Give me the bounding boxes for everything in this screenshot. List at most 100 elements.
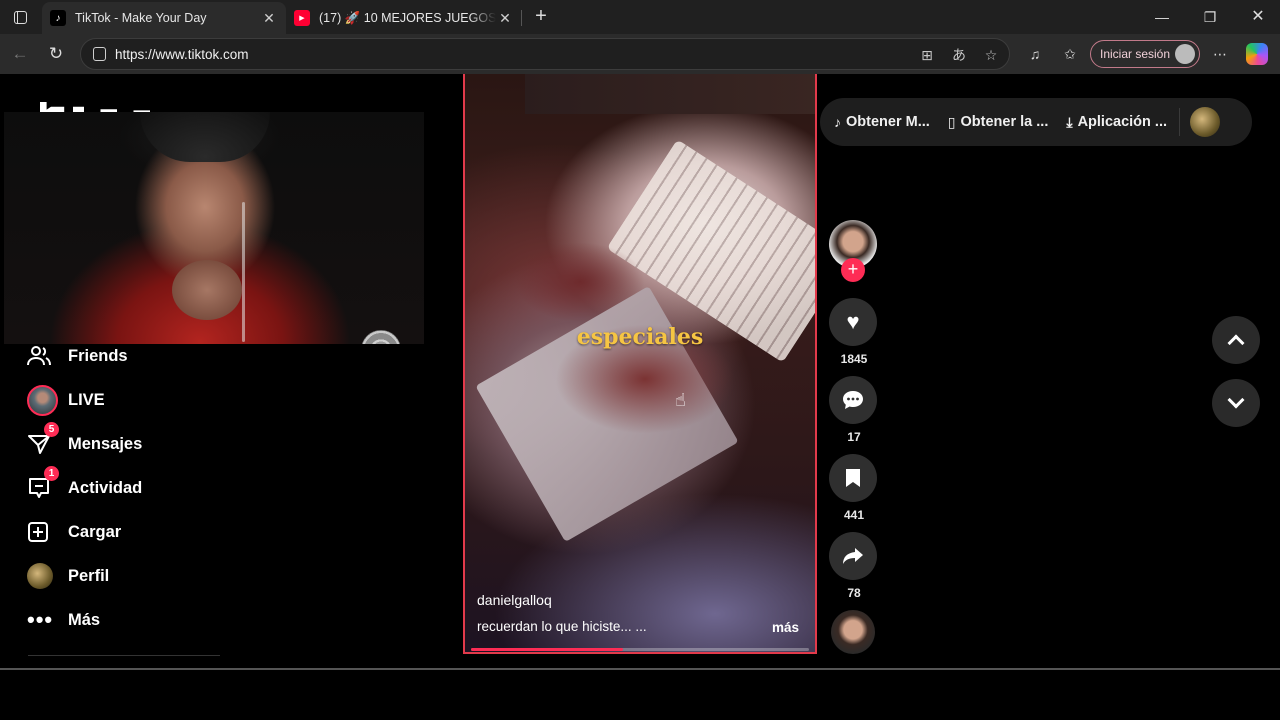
share-icon: [843, 548, 863, 564]
download-icon: ⤓: [1066, 113, 1073, 130]
messages-icon: 5: [24, 422, 64, 460]
toolbar: ← ↻ https://www.tiktok.com ⊞ あ ☆ ♫ ✩ Ini…: [0, 34, 1280, 74]
sidebar-item-label: Perfil: [68, 566, 110, 585]
cast-icon[interactable]: [361, 330, 401, 344]
reload-button[interactable]: ↻: [44, 42, 68, 66]
sidebar-nav: Friends LIVE 5 Mensajes 1 Actividad Carg…: [24, 334, 234, 642]
tab-divider: [521, 10, 522, 26]
action-bar: + ♥ 1845 17 441 78: [829, 220, 879, 654]
share-count: 78: [847, 586, 861, 600]
music-disc-avatar[interactable]: [831, 610, 875, 654]
youtube-icon: ▶: [294, 10, 310, 26]
video-caption: especiales: [576, 324, 704, 350]
sidebar-item-live[interactable]: LIVE: [24, 378, 234, 422]
address-bar[interactable]: https://www.tiktok.com ⊞ あ ☆: [80, 38, 1010, 70]
tab-actions-icon: [13, 10, 27, 24]
comment-icon: [843, 391, 863, 409]
tab-actions-button[interactable]: [8, 6, 32, 28]
webcam-hand: [172, 260, 242, 320]
heart-icon: ♥: [846, 309, 860, 334]
favorite-star-icon[interactable]: ☆: [981, 45, 1001, 65]
video-description: recuerdan lo que hiciste... ...: [477, 619, 647, 634]
favorites-icon[interactable]: ✩: [1059, 43, 1081, 65]
activity-icon: 1: [24, 466, 64, 504]
chevron-down-icon: [1227, 391, 1245, 409]
minimize-button[interactable]: —: [1142, 4, 1182, 30]
comment-button[interactable]: [829, 376, 877, 424]
sidebar-item-mensajes[interactable]: 5 Mensajes: [24, 422, 234, 466]
more-icon: •••: [27, 607, 54, 632]
signin-label: Iniciar sesión: [1100, 47, 1171, 61]
hand-cursor-icon: ☝: [675, 390, 686, 410]
back-button[interactable]: ←: [8, 42, 32, 66]
page-viewport: Friends LIVE 5 Mensajes 1 Actividad Carg…: [4, 74, 1276, 668]
close-tab-icon[interactable]: ✕: [260, 10, 278, 27]
profile-avatar: [1175, 44, 1195, 64]
translate-icon[interactable]: あ: [949, 45, 969, 65]
desktop-app-button[interactable]: ⤓ Aplicación ...: [1066, 114, 1167, 131]
sidebar-item-label: Mensajes: [68, 434, 143, 453]
video-author[interactable]: danielgalloq: [477, 592, 552, 608]
chevron-up-icon: [1227, 334, 1245, 352]
phone-icon: ▯: [947, 113, 956, 130]
profile-avatar: [24, 560, 64, 592]
tiktok-icon: ♪: [50, 10, 66, 26]
window-bottom-edge: [0, 668, 1280, 720]
pill-label: Aplicación ...: [1077, 114, 1167, 130]
follow-button[interactable]: +: [841, 258, 865, 282]
tab-bar: ♪ TikTok - Make Your Day ✕ ▶ (17) 🚀 10 M…: [0, 0, 1280, 34]
tab-title: TikTok - Make Your Day: [75, 11, 207, 25]
bookmark-icon: [846, 469, 860, 487]
tab-tiktok[interactable]: ♪ TikTok - Make Your Day ✕: [42, 2, 286, 34]
tab-title: (17) 🚀 10 MEJORES JUEGOS GRATIS: [319, 10, 496, 25]
pill-divider: [1179, 108, 1180, 136]
app-available-icon[interactable]: ⊞: [917, 45, 937, 65]
like-button[interactable]: ♥: [829, 298, 877, 346]
creator-avatar[interactable]: +: [829, 220, 877, 282]
close-tab-icon[interactable]: ✕: [496, 10, 514, 27]
more-button[interactable]: más: [772, 620, 799, 635]
sidebar-item-mas[interactable]: ••• Más: [24, 598, 234, 642]
video-progress-bar[interactable]: [471, 648, 809, 651]
sidebar-item-label: Friends: [68, 346, 128, 365]
friends-icon: [24, 340, 64, 372]
sidebar-item-label: Actividad: [68, 478, 143, 497]
webcam-overlay: [4, 112, 424, 344]
video-player[interactable]: especiales ☝ danielgalloq recuerdan lo q…: [463, 74, 817, 654]
video-progress-fill: [471, 648, 624, 651]
sidebar-item-friends[interactable]: Friends: [24, 334, 234, 378]
previous-video-button[interactable]: [1212, 316, 1260, 364]
tiktok-icon: ♪: [834, 114, 841, 130]
new-tab-button[interactable]: +: [530, 4, 552, 28]
save-count: 441: [843, 508, 865, 522]
profile-avatar[interactable]: [1190, 107, 1220, 137]
get-coins-button[interactable]: ♪ Obtener M...: [834, 114, 930, 130]
settings-more-icon[interactable]: ⋯: [1209, 43, 1231, 65]
webcam-earphone-wire: [242, 202, 245, 342]
signin-button[interactable]: Iniciar sesión: [1090, 40, 1200, 68]
video-desk: [525, 74, 815, 114]
next-video-button[interactable]: [1212, 379, 1260, 427]
share-button[interactable]: [829, 532, 877, 580]
tab-youtube[interactable]: ▶ (17) 🚀 10 MEJORES JUEGOS GRATIS ✕: [286, 2, 522, 34]
get-app-bar: ♪ Obtener M... ▯ Obtener la ... ⤓ Aplica…: [820, 98, 1252, 146]
comment-count: 17: [847, 430, 861, 444]
sidebar-item-cargar[interactable]: Cargar: [24, 510, 234, 554]
url-text[interactable]: https://www.tiktok.com: [115, 47, 249, 62]
close-window-button[interactable]: ✕: [1238, 4, 1278, 30]
like-count: 1845: [840, 352, 868, 366]
media-icon[interactable]: ♫: [1024, 43, 1046, 65]
activity-badge: 1: [44, 466, 59, 481]
upload-icon: [24, 516, 64, 548]
get-app-button[interactable]: ▯ Obtener la ...: [948, 114, 1049, 131]
sidebar-item-label: LIVE: [68, 390, 105, 409]
save-button[interactable]: [829, 454, 877, 502]
live-avatar: [24, 384, 64, 416]
sidebar-item-actividad[interactable]: 1 Actividad: [24, 466, 234, 510]
pill-label: Obtener la ...: [960, 114, 1049, 130]
sidebar-item-label: Cargar: [68, 522, 122, 541]
sidebar-item-perfil[interactable]: Perfil: [24, 554, 234, 598]
site-info-icon[interactable]: [93, 47, 106, 61]
restore-button[interactable]: ❐: [1190, 4, 1230, 30]
copilot-icon[interactable]: [1246, 43, 1268, 65]
